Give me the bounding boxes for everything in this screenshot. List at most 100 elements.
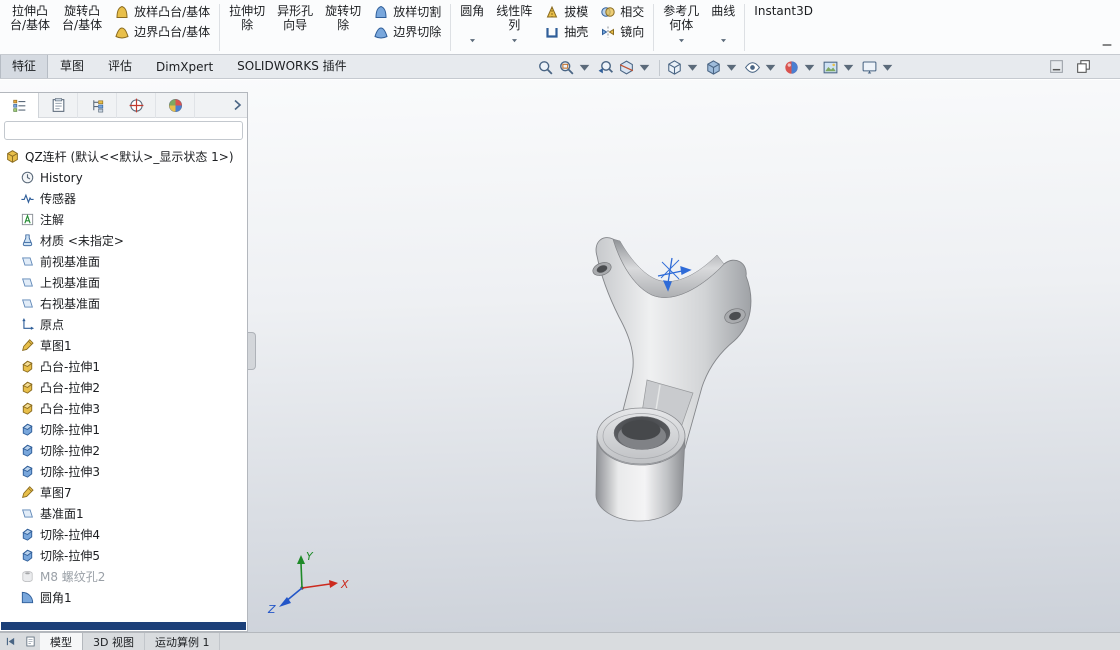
- tab-dimxpert[interactable]: DimXpert: [144, 56, 225, 78]
- tab-features[interactable]: 特征: [0, 53, 48, 78]
- tab-sketch[interactable]: 草图: [48, 53, 96, 78]
- tree-item[interactable]: 原点: [0, 314, 247, 335]
- sheet-button[interactable]: [20, 633, 40, 650]
- statusbar-tab-3d-views[interactable]: 3D 视图: [83, 633, 145, 650]
- ribbon-button-linear-pattern[interactable]: 线性阵列: [490, 1, 538, 54]
- ribbon-button-extruded-boss-base[interactable]: 拉伸凸台/基体: [4, 1, 56, 54]
- shell-icon: [544, 24, 560, 40]
- ribbon-separator: [219, 4, 220, 51]
- display-style-button[interactable]: [703, 58, 742, 77]
- tree-item[interactable]: 上视基准面: [0, 272, 247, 293]
- tree-item[interactable]: History: [0, 167, 247, 188]
- ribbon-button-label: 曲线: [711, 4, 735, 18]
- ribbon-button-intersect[interactable]: 相交: [596, 2, 648, 21]
- model-3d[interactable]: [591, 238, 751, 521]
- intersect-icon: [600, 4, 616, 20]
- tab-solidworks-addins[interactable]: SOLIDWORKS 插件: [225, 53, 358, 78]
- ribbon-button-lofted-cut[interactable]: 放样切割: [369, 2, 445, 21]
- tree-item[interactable]: 草图7: [0, 482, 247, 503]
- property-manager-tab[interactable]: [39, 93, 78, 118]
- configuration-manager-tab[interactable]: [78, 93, 117, 118]
- tree-item[interactable]: 凸台-拉伸2: [0, 377, 247, 398]
- tree-item[interactable]: 切除-拉伸1: [0, 419, 247, 440]
- panel-flyout-button[interactable]: [229, 96, 245, 114]
- tree-item[interactable]: 切除-拉伸2: [0, 440, 247, 461]
- ribbon-button-label: Instant3D: [754, 4, 813, 18]
- view-orientation-button[interactable]: [664, 58, 703, 77]
- tree-item[interactable]: 切除-拉伸5: [0, 545, 247, 566]
- tree-item[interactable]: 基准面1: [0, 503, 247, 524]
- ribbon-button-instant3d[interactable]: Instant3D: [748, 1, 819, 54]
- ribbon-button-hole-wizard[interactable]: 异形孔向导: [271, 1, 319, 54]
- dropdown-caret-icon[interactable]: [676, 36, 687, 45]
- zoom-to-fit-button[interactable]: [535, 58, 556, 77]
- previous-view-button[interactable]: [595, 58, 616, 77]
- dimxpert-manager-tab[interactable]: [117, 93, 156, 118]
- ribbon-button-draft[interactable]: 拔模: [540, 2, 592, 21]
- ribbon-button-boundary-boss-base[interactable]: 边界凸台/基体: [110, 22, 214, 41]
- tree-filter-input[interactable]: [4, 121, 243, 140]
- tree-item[interactable]: 右视基准面: [0, 293, 247, 314]
- ribbon-button-lofted-boss-base[interactable]: 放样凸台/基体: [110, 2, 214, 21]
- ribbon-button-shell[interactable]: 抽壳: [540, 22, 592, 41]
- dimxpert-manager-icon: [128, 97, 145, 114]
- tree-item[interactable]: 圆角1: [0, 587, 247, 608]
- view-settings-button[interactable]: [859, 58, 898, 77]
- panel-splitter-handle[interactable]: [248, 332, 256, 370]
- tab-evaluate[interactable]: 评估: [96, 53, 144, 78]
- display-manager-tab[interactable]: [156, 93, 195, 118]
- ribbon-button-boundary-cut[interactable]: 边界切除: [369, 22, 445, 41]
- tree-item[interactable]: 草图1: [0, 335, 247, 356]
- tree-root-item[interactable]: QZ连杆 (默认<<默认>_显示状态 1>): [0, 146, 247, 167]
- tree-item-label: 切除-拉伸3: [40, 463, 100, 480]
- statusbar-tab-motion-study-1[interactable]: 运动算例 1: [145, 633, 221, 650]
- ribbon-separator: [450, 4, 451, 51]
- feature-manager-tab[interactable]: [0, 93, 39, 118]
- dropdown-caret-icon[interactable]: [636, 59, 653, 76]
- dropdown-caret-icon[interactable]: [509, 36, 520, 45]
- motion-rewind-icon: [4, 635, 17, 648]
- sketch-icon: [20, 338, 35, 353]
- tree-item[interactable]: 切除-拉伸3: [0, 461, 247, 482]
- dropdown-caret-icon[interactable]: [801, 59, 818, 76]
- ribbon-button-extruded-cut[interactable]: 拉伸切除: [223, 1, 271, 54]
- ribbon-button-revolved-cut[interactable]: 旋转切除: [319, 1, 367, 54]
- ribbon-button-fillet[interactable]: 圆角: [454, 1, 490, 54]
- apply-scene-button[interactable]: [820, 58, 859, 77]
- ribbon-button-label: 异形孔: [277, 4, 313, 18]
- tree-item[interactable]: 传感器: [0, 188, 247, 209]
- dropdown-caret-icon[interactable]: [879, 59, 896, 76]
- ribbon-button-label: 放样凸台/基体: [134, 3, 210, 20]
- tree-item[interactable]: 材质 <未指定>: [0, 230, 247, 251]
- ribbon-button-revolved-boss-base[interactable]: 旋转凸台/基体: [56, 1, 108, 54]
- minimize-ribbon-button[interactable]: [1098, 38, 1116, 52]
- statusbar-tab-model[interactable]: 模型: [40, 633, 83, 650]
- tree-item[interactable]: 注解: [0, 209, 247, 230]
- ribbon-button-mirror[interactable]: 镜向: [596, 22, 648, 41]
- document-restore-button[interactable]: [1075, 58, 1092, 75]
- dropdown-caret-icon[interactable]: [840, 59, 857, 76]
- tree-item[interactable]: 前视基准面: [0, 251, 247, 272]
- tree-item[interactable]: 凸台-拉伸3: [0, 398, 247, 419]
- ribbon-button-curves[interactable]: 曲线: [705, 1, 741, 54]
- configuration-manager-icon: [89, 97, 106, 114]
- fillet-icon: [20, 590, 35, 605]
- tree-item[interactable]: M8 螺纹孔2: [0, 566, 247, 587]
- dropdown-caret-icon[interactable]: [467, 36, 478, 45]
- dropdown-caret-icon[interactable]: [718, 36, 729, 45]
- hide-show-items-button[interactable]: [742, 58, 781, 77]
- zoom-to-area-button[interactable]: [556, 58, 595, 77]
- motion-rewind-button[interactable]: [0, 633, 20, 650]
- tree-item[interactable]: 切除-拉伸4: [0, 524, 247, 545]
- cut-extrude-icon: [20, 464, 35, 479]
- ribbon-button-reference-geometry[interactable]: 参考几何体: [657, 1, 705, 54]
- dropdown-caret-icon[interactable]: [684, 59, 701, 76]
- rollback-bar[interactable]: [1, 622, 246, 630]
- document-minimize-button[interactable]: [1048, 58, 1065, 75]
- edit-appearance-button[interactable]: [781, 58, 820, 77]
- dropdown-caret-icon[interactable]: [576, 59, 593, 76]
- tree-item[interactable]: 凸台-拉伸1: [0, 356, 247, 377]
- dropdown-caret-icon[interactable]: [723, 59, 740, 76]
- section-view-button[interactable]: [616, 58, 655, 77]
- dropdown-caret-icon[interactable]: [762, 59, 779, 76]
